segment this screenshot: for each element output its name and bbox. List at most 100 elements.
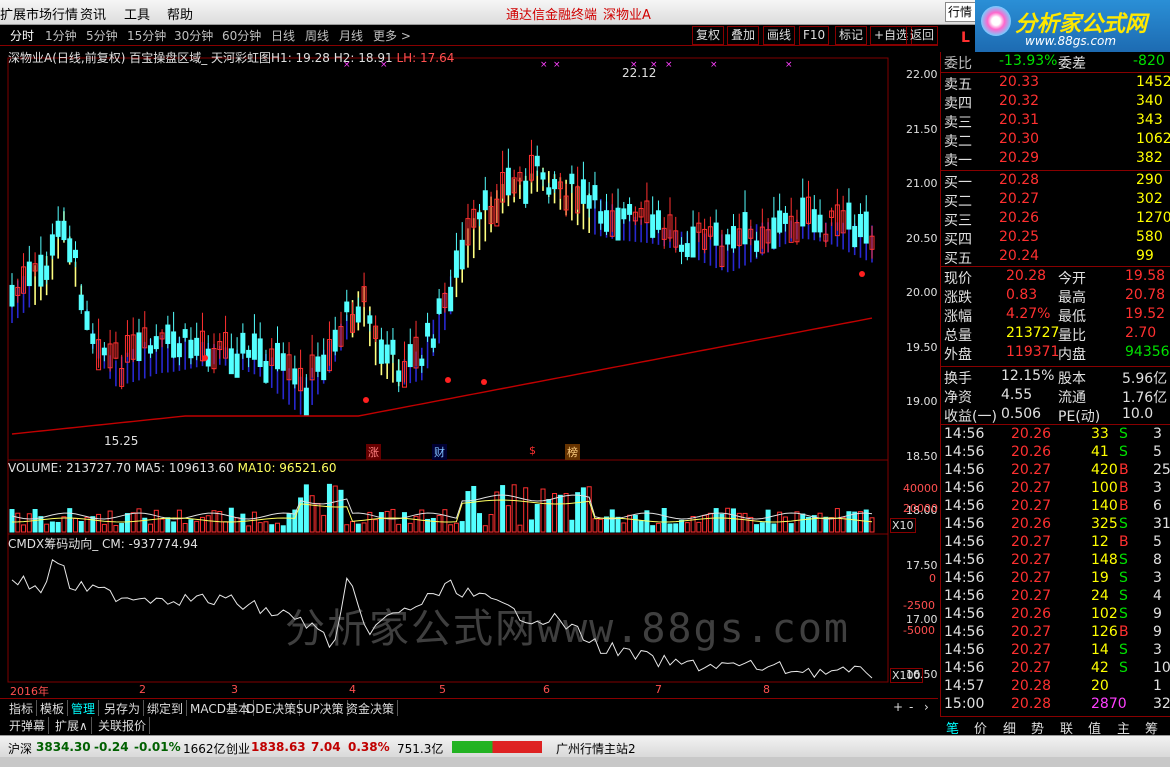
- server-label[interactable]: 广州行情主站2: [556, 740, 636, 757]
- period-tab-15min[interactable]: 15分钟: [127, 27, 166, 44]
- candle-body: [477, 212, 483, 220]
- x-tick-8: 8: [763, 683, 770, 696]
- vol-ma10: MA10: 96521.60: [237, 461, 337, 475]
- cmdx-name: CMDX筹码动向_: [8, 537, 99, 551]
- tick-time: 14:56: [944, 462, 985, 478]
- period-tab-monthly[interactable]: 月线: [339, 27, 363, 44]
- tab-fund[interactable]: 资金决策: [343, 700, 399, 717]
- volume-bar: [223, 521, 229, 533]
- tick-side: S: [1119, 444, 1128, 460]
- candle-body: [453, 250, 459, 278]
- expand-button[interactable]: 扩展∧: [52, 717, 92, 734]
- x-tick-3: 3: [231, 683, 238, 696]
- related-quotes-button[interactable]: 关联报价: [95, 717, 151, 734]
- tick-row: 14:56 20.27 42 S 10: [941, 660, 1170, 678]
- tab-save-as[interactable]: 另存为: [101, 700, 145, 717]
- price-tick: 20.00: [906, 286, 938, 299]
- tray-icons[interactable]: [1060, 740, 1160, 752]
- bid-volume: 580: [1136, 229, 1163, 245]
- menu-tools[interactable]: 工具: [124, 4, 150, 23]
- event-marker-bang[interactable]: 榜: [565, 444, 580, 460]
- volume-bar: [355, 523, 361, 533]
- f10-button[interactable]: F10: [799, 26, 830, 45]
- volume-bar: [61, 516, 67, 533]
- tick-volume: 42: [1091, 660, 1109, 676]
- tick-volume: 20: [1091, 678, 1109, 694]
- tick-count: 9: [1153, 606, 1162, 622]
- period-tab-5min[interactable]: 5分钟: [86, 27, 118, 44]
- volume-bar: [586, 486, 592, 533]
- tick-row: 14:56 20.27 420 B 25: [941, 462, 1170, 480]
- volume-bar: [78, 521, 84, 533]
- ask-label: 卖三: [944, 115, 972, 131]
- period-tab-more[interactable]: 更多 >: [373, 27, 411, 44]
- volume-bar: [829, 517, 835, 533]
- tick-price: 20.27: [1011, 588, 1052, 604]
- period-tab-1min[interactable]: 1分钟: [45, 27, 77, 44]
- tab-dde[interactable]: DDE决策: [243, 700, 301, 717]
- tab-manage[interactable]: 管理: [68, 700, 100, 717]
- bid-row: 买四 20.25 580: [941, 229, 1170, 248]
- window-bottom-strip: [0, 757, 1170, 767]
- stat-label: 现价: [944, 271, 972, 287]
- event-marker-dollar[interactable]: $: [527, 444, 538, 457]
- stat-row: 总量 213727 量比 2.70: [941, 325, 1170, 344]
- volume-bar: [655, 522, 661, 533]
- chart-area[interactable]: × × × × × × × × × 深物业A(日线,前复权) 百宝操盘区域_ 天河彩虹图H1: …: [0, 46, 938, 735]
- volume-bar: [378, 512, 384, 533]
- tick-volume: 33: [1091, 426, 1109, 442]
- volume-bar: [194, 520, 200, 533]
- back-button[interactable]: 返回: [906, 26, 938, 45]
- quote-search-input[interactable]: 行情: [945, 2, 977, 22]
- period-tab-weekly[interactable]: 周线: [305, 27, 329, 44]
- period-tab-30min[interactable]: 30分钟: [174, 27, 213, 44]
- period-tab-intraday[interactable]: 分时: [10, 27, 34, 44]
- chevron-right-icon[interactable]: ›: [921, 700, 932, 714]
- cmdx-title: CMDX筹码动向_ CM: -937774.94: [8, 535, 198, 552]
- cross-marker: ×: [785, 60, 793, 70]
- tab-sup[interactable]: SUP决策: [293, 700, 348, 717]
- tab-bind-to[interactable]: 绑定到: [144, 700, 188, 717]
- candle-body: [754, 240, 760, 252]
- event-marker-cai[interactable]: 财: [432, 444, 447, 460]
- stat-row: 外盘 119371 内盘 94356: [941, 344, 1170, 363]
- period-toolbar: 分时 1分钟 5分钟 15分钟 30分钟 60分钟 日线 周线 月线 更多 > …: [0, 25, 938, 46]
- mark-button[interactable]: 标记: [835, 26, 868, 45]
- tab-template[interactable]: 模板: [37, 700, 69, 717]
- candle-body: [384, 344, 390, 364]
- volume-bar: [482, 525, 488, 533]
- draw-line-button[interactable]: 画线: [763, 26, 796, 45]
- adjust-button[interactable]: 复权: [692, 26, 725, 45]
- bid-row: 买一 20.28 290: [941, 172, 1170, 191]
- candle-body: [852, 225, 858, 248]
- h1-value: H1: 19.28: [271, 51, 330, 65]
- tick-volume: 2870: [1091, 696, 1127, 712]
- tick-count: 8: [1153, 552, 1162, 568]
- candle-body: [153, 336, 159, 350]
- menu-help[interactable]: 帮助: [167, 4, 193, 23]
- candle-body: [44, 265, 50, 280]
- menu-news[interactable]: 资讯: [80, 4, 106, 23]
- period-tab-daily[interactable]: 日线: [271, 27, 295, 44]
- candle-body: [407, 344, 413, 368]
- volume-value: VOLUME: 213727.70: [8, 461, 131, 475]
- tab-indicator[interactable]: 指标: [6, 700, 38, 717]
- menu-extended-market[interactable]: 扩展市场行情: [0, 4, 78, 23]
- volume-bar: [234, 517, 240, 533]
- volume-bar: [413, 515, 419, 533]
- danmu-button[interactable]: 开弹幕: [6, 717, 50, 734]
- tick-volume: 24: [1091, 588, 1109, 604]
- candle-body: [240, 332, 246, 354]
- zoom-out-icon[interactable]: -: [906, 700, 916, 714]
- tick-row: 14:56 20.26 33 S 3: [941, 426, 1170, 444]
- event-marker-zhang[interactable]: 涨: [366, 444, 381, 460]
- overlay-button[interactable]: 叠加: [727, 26, 760, 45]
- stat-value: 2.70: [1125, 325, 1157, 341]
- candle-body: [396, 370, 402, 382]
- period-tab-60min[interactable]: 60分钟: [222, 27, 261, 44]
- zoom-in-icon[interactable]: +: [890, 700, 906, 714]
- ask-volume: 343: [1136, 112, 1163, 128]
- stat-value: 213727: [1006, 325, 1060, 341]
- candle-body: [61, 220, 67, 241]
- volume-bar: [615, 516, 621, 533]
